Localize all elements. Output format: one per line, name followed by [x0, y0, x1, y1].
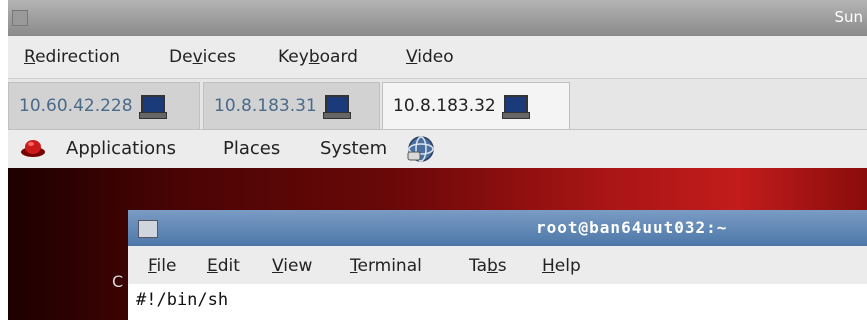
panel-places[interactable]: Places [223, 138, 280, 159]
terminal-menu-edit[interactable]: Edit [207, 256, 240, 276]
menu-devices[interactable]: Devices [169, 47, 236, 67]
panel-system[interactable]: System [320, 138, 387, 159]
tab-label: 10.8.183.32 [393, 96, 496, 116]
monitor-icon [322, 95, 351, 119]
tab-10-8-183-32[interactable]: 10.8.183.32 [382, 82, 570, 129]
terminal-menu-tabs[interactable]: Tabs [469, 256, 507, 276]
terminal-title: root@ban64uut032:~ [536, 218, 728, 237]
terminal-icon [138, 220, 158, 238]
terminal-window: root@ban64uut032:~ File Edit View Termin… [128, 210, 867, 320]
menubar: Redirection Devices Keyboard Video [8, 36, 867, 79]
menu-video[interactable]: Video [406, 47, 454, 67]
terminal-menubar: File Edit View Terminal Tabs Help [128, 246, 867, 284]
redhat-icon [21, 140, 45, 157]
menu-redirection[interactable]: Redirection [24, 47, 120, 67]
terminal-menu-terminal[interactable]: Terminal [350, 256, 422, 276]
terminal-titlebar[interactable]: root@ban64uut032:~ [128, 210, 867, 246]
tab-10-60-42-228[interactable]: 10.60.42.228 [8, 82, 200, 130]
gnome-panel: Applications Places System [8, 130, 867, 168]
terminal-menu-file[interactable]: File [148, 256, 176, 276]
tab-label: 10.8.183.31 [214, 96, 317, 116]
session-tabbar: 10.60.42.228 10.8.183.31 10.8.183.32 [8, 79, 867, 130]
menu-keyboard[interactable]: Keyboard [278, 47, 358, 67]
monitor-icon [138, 95, 167, 119]
terminal-content[interactable]: #!/bin/sh [128, 284, 867, 320]
window-icon [12, 10, 28, 26]
tab-label: 10.60.42.228 [19, 96, 133, 116]
terminal-menu-view[interactable]: View [272, 256, 312, 276]
window-titlebar: Sun [8, 0, 867, 36]
network-icon[interactable] [406, 135, 436, 163]
terminal-menu-help[interactable]: Help [542, 256, 581, 276]
monitor-icon [501, 95, 530, 119]
desktop-icon-label: C [112, 272, 124, 291]
terminal-line: #!/bin/sh [136, 290, 229, 310]
window-title: Sun [834, 8, 863, 26]
panel-applications[interactable]: Applications [66, 138, 176, 159]
tab-10-8-183-31[interactable]: 10.8.183.31 [203, 82, 380, 130]
